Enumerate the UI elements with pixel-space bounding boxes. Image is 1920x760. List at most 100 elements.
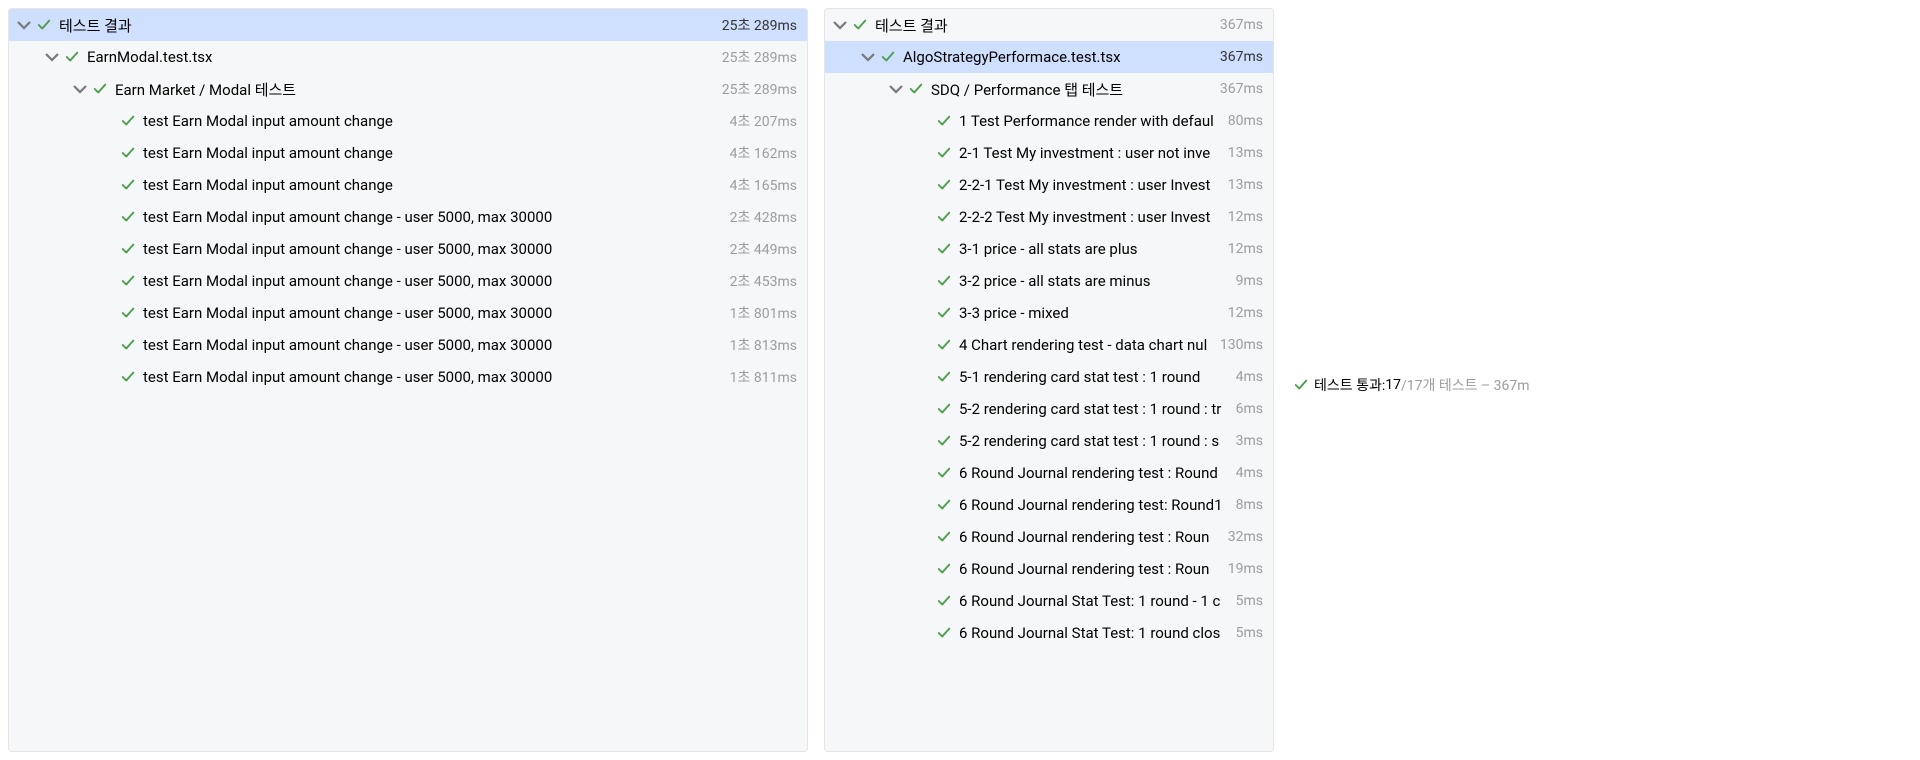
test-row[interactable]: 6 Round Journal Stat Test: 1 round - 1 c… [825, 585, 1273, 617]
check-icon [935, 560, 953, 578]
test-label: 6 Round Journal rendering test : Roun [959, 560, 1224, 578]
tree-suite-label: Earn Market / Modal 테스트 [115, 79, 718, 100]
tree-file-label: AlgoStrategyPerformace.test.tsx [903, 48, 1216, 66]
tree-suite[interactable]: Earn Market / Modal 테스트 25초 289ms [9, 73, 807, 105]
check-icon [119, 240, 137, 258]
chevron-down-icon[interactable] [887, 80, 905, 98]
check-icon [907, 80, 925, 98]
check-icon [119, 272, 137, 290]
test-row[interactable]: 5-2 rendering card stat test : 1 round :… [825, 425, 1273, 457]
test-row[interactable]: 2-1 Test My investment : user not inve13… [825, 137, 1273, 169]
test-time: 5ms [1236, 625, 1263, 641]
test-row[interactable]: 2-2-2 Test My investment : user Invest12… [825, 201, 1273, 233]
check-icon [935, 528, 953, 546]
chevron-down-icon[interactable] [43, 48, 61, 66]
check-icon [935, 144, 953, 162]
chevron-down-icon[interactable] [831, 16, 849, 34]
check-icon [119, 304, 137, 322]
test-row[interactable]: test Earn Modal input amount change4초 16… [9, 169, 807, 201]
test-label: 3-3 price - mixed [959, 304, 1224, 322]
tree-file-time: 367ms [1220, 49, 1263, 65]
test-time: 6ms [1236, 401, 1263, 417]
tree-file[interactable]: AlgoStrategyPerformace.test.tsx 367ms [825, 41, 1273, 73]
test-summary: 테스트 통과: 17 /17개 테스트 – 367m [1282, 10, 1542, 760]
chevron-down-icon[interactable] [15, 16, 33, 34]
test-time: 12ms [1228, 241, 1263, 257]
test-row[interactable]: 5-1 rendering card stat test : 1 round4m… [825, 361, 1273, 393]
tree-suite-time: 367ms [1220, 81, 1263, 97]
test-row[interactable]: test Earn Modal input amount change - us… [9, 233, 807, 265]
test-row[interactable]: test Earn Modal input amount change4초 20… [9, 105, 807, 137]
check-icon [935, 496, 953, 514]
tree-root-label: 테스트 결과 [59, 15, 718, 36]
chevron-down-icon[interactable] [859, 48, 877, 66]
test-label: 6 Round Journal Stat Test: 1 round - 1 c [959, 592, 1232, 610]
check-icon [935, 368, 953, 386]
test-row[interactable]: test Earn Modal input amount change - us… [9, 297, 807, 329]
test-row[interactable]: 5-2 rendering card stat test : 1 round :… [825, 393, 1273, 425]
test-row[interactable]: 3-2 price - all stats are minus9ms [825, 265, 1273, 297]
check-icon [879, 48, 897, 66]
test-row[interactable]: 6 Round Journal rendering test : Roun32m… [825, 521, 1273, 553]
test-time: 4ms [1236, 465, 1263, 481]
test-row[interactable]: test Earn Modal input amount change - us… [9, 329, 807, 361]
test-time: 80ms [1228, 113, 1263, 129]
test-row[interactable]: test Earn Modal input amount change4초 16… [9, 137, 807, 169]
test-time: 2초 428ms [730, 207, 797, 227]
tree-file[interactable]: EarnModal.test.tsx 25초 289ms [9, 41, 807, 73]
test-time: 4초 165ms [730, 175, 797, 195]
test-label: 6 Round Journal rendering test : Round [959, 464, 1232, 482]
test-row[interactable]: 3-3 price - mixed12ms [825, 297, 1273, 329]
test-label: test Earn Modal input amount change [143, 176, 726, 194]
test-label: test Earn Modal input amount change [143, 144, 726, 162]
check-icon [119, 208, 137, 226]
check-icon [935, 112, 953, 130]
chevron-down-icon[interactable] [71, 80, 89, 98]
test-label: 2-2-2 Test My investment : user Invest [959, 208, 1224, 226]
test-label: 2-1 Test My investment : user not inve [959, 144, 1224, 162]
test-label: test Earn Modal input amount change [143, 112, 726, 130]
test-row[interactable]: 6 Round Journal rendering test : Round4m… [825, 457, 1273, 489]
tree-root-time: 25초 289ms [722, 15, 797, 35]
test-time: 12ms [1228, 209, 1263, 225]
test-row[interactable]: 3-1 price - all stats are plus12ms [825, 233, 1273, 265]
test-row[interactable]: test Earn Modal input amount change - us… [9, 265, 807, 297]
test-row[interactable]: test Earn Modal input amount change - us… [9, 201, 807, 233]
test-tree-panel-right: 테스트 결과 367ms AlgoStrategyPerformace.test… [824, 8, 1274, 752]
check-icon [935, 432, 953, 450]
tree-root[interactable]: 테스트 결과 25초 289ms [9, 9, 807, 41]
test-row[interactable]: 6 Round Journal Stat Test: 1 round clos5… [825, 617, 1273, 649]
summary-total: /17개 테스트 – 367m [1401, 375, 1530, 395]
check-icon [119, 176, 137, 194]
test-row[interactable]: test Earn Modal input amount change - us… [9, 361, 807, 393]
test-row[interactable]: 6 Round Journal rendering test : Roun19m… [825, 553, 1273, 585]
test-time: 4초 207ms [730, 111, 797, 131]
test-time: 9ms [1236, 273, 1263, 289]
test-tree-panel-left: 테스트 결과 25초 289ms EarnModal.test.tsx 25초 … [8, 8, 808, 752]
check-icon [119, 336, 137, 354]
test-time: 4ms [1236, 369, 1263, 385]
test-label: test Earn Modal input amount change - us… [143, 272, 726, 290]
check-icon [935, 336, 953, 354]
test-row[interactable]: 1 Test Performance render with defaul80m… [825, 105, 1273, 137]
summary-passed: 17 [1385, 377, 1401, 393]
tree-root[interactable]: 테스트 결과 367ms [825, 9, 1273, 41]
tree-file-label: EarnModal.test.tsx [87, 48, 718, 66]
test-row[interactable]: 4 Chart rendering test - data chart nul1… [825, 329, 1273, 361]
test-row[interactable]: 2-2-1 Test My investment : user Invest13… [825, 169, 1273, 201]
check-icon [1294, 378, 1308, 392]
check-icon [935, 624, 953, 642]
tree-suite[interactable]: SDQ / Performance 탭 테스트 367ms [825, 73, 1273, 105]
test-label: 3-1 price - all stats are plus [959, 240, 1224, 258]
check-icon [935, 176, 953, 194]
test-label: 3-2 price - all stats are minus [959, 272, 1232, 290]
test-label: test Earn Modal input amount change - us… [143, 368, 726, 386]
test-row[interactable]: 6 Round Journal rendering test: Round18m… [825, 489, 1273, 521]
test-time: 2초 453ms [730, 271, 797, 291]
test-time: 1초 813ms [730, 335, 797, 355]
test-time: 3ms [1236, 433, 1263, 449]
tree-suite-label: SDQ / Performance 탭 테스트 [931, 79, 1216, 100]
test-time: 8ms [1236, 497, 1263, 513]
test-label: 2-2-1 Test My investment : user Invest [959, 176, 1224, 194]
test-time: 12ms [1228, 305, 1263, 321]
